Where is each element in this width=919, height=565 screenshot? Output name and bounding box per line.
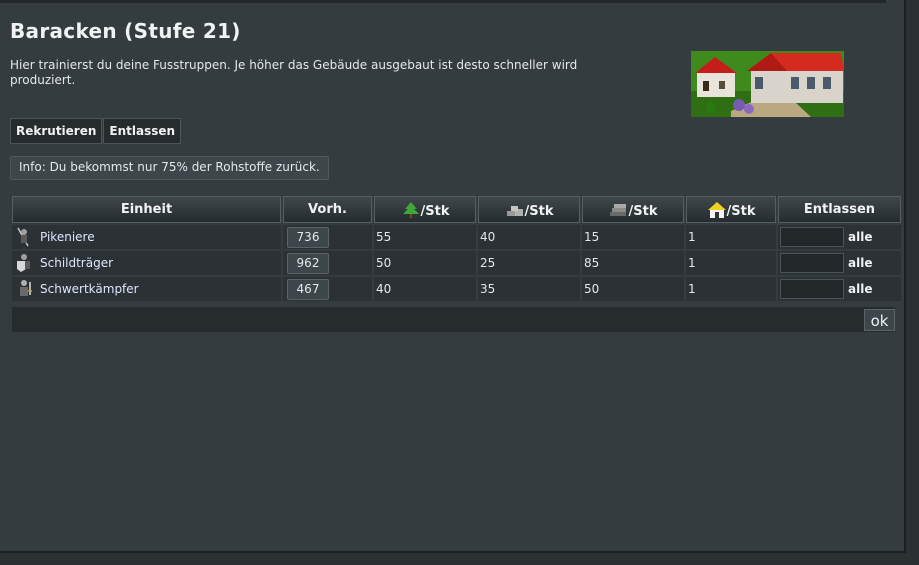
table-row: Schildträger 962 50 25 85 1 alle bbox=[12, 251, 901, 275]
select-all-link[interactable]: alle bbox=[848, 256, 872, 270]
stone-icon bbox=[506, 205, 523, 216]
header-iron: /Stk bbox=[582, 196, 684, 223]
iron-cost: 15 bbox=[582, 225, 684, 249]
house-icon bbox=[707, 201, 726, 218]
dismiss-amount-input[interactable] bbox=[780, 253, 844, 273]
select-all-link[interactable]: alle bbox=[848, 282, 872, 296]
dismiss-cell: alle bbox=[778, 277, 901, 301]
info-message: Info: Du bekommst nur 75% der Rohstoffe … bbox=[10, 156, 329, 180]
select-all-link[interactable]: alle bbox=[848, 230, 872, 244]
population-cost: 1 bbox=[686, 225, 776, 249]
stone-cost: 35 bbox=[478, 277, 580, 301]
top-border bbox=[0, 0, 886, 3]
header-iron-label: /Stk bbox=[628, 203, 658, 219]
wood-cost: 55 bbox=[374, 225, 476, 249]
dismiss-amount-input[interactable] bbox=[780, 227, 844, 247]
page-description: Hier trainierst du deine Fusstruppen. Je… bbox=[10, 58, 578, 87]
dismiss-amount-input[interactable] bbox=[780, 279, 844, 299]
count-cell: 962 bbox=[283, 251, 372, 275]
table-row: Schwertkämpfer 467 40 35 50 1 alle bbox=[12, 277, 901, 301]
tab-bar: Rekrutieren Entlassen bbox=[10, 118, 182, 144]
stone-cost: 40 bbox=[478, 225, 580, 249]
content-panel: Baracken (Stufe 21) Hier trainierst du d… bbox=[0, 0, 906, 553]
tab-entlassen[interactable]: Entlassen bbox=[103, 118, 182, 144]
ok-button[interactable]: ok bbox=[864, 309, 895, 331]
building-image bbox=[691, 51, 844, 117]
page-title: Baracken (Stufe 21) bbox=[10, 19, 241, 43]
header-unit: Einheit bbox=[12, 196, 281, 223]
header-stone-label: /Stk bbox=[524, 203, 554, 219]
header-wood: /Stk bbox=[374, 196, 476, 223]
table-row: Pikeniere 736 55 40 15 1 alle bbox=[12, 225, 901, 249]
iron-icon bbox=[609, 203, 626, 216]
dismiss-cell: alle bbox=[778, 251, 901, 275]
iron-cost: 85 bbox=[582, 251, 684, 275]
tree-icon bbox=[402, 201, 419, 218]
unit-name: Pikeniere bbox=[40, 230, 95, 244]
iron-cost: 50 bbox=[582, 277, 684, 301]
unit-cell: Schwertkämpfer bbox=[12, 277, 281, 301]
header-population: /Stk bbox=[686, 196, 776, 223]
unit-cell: Pikeniere bbox=[12, 225, 281, 249]
swordsman-icon bbox=[20, 280, 32, 296]
header-dismiss: Entlassen bbox=[778, 196, 901, 223]
unit-count: 736 bbox=[287, 226, 329, 248]
dismiss-table: Einheit Vorh. /Stk /Stk /Stk /Stk Entlas… bbox=[10, 194, 903, 303]
stone-cost: 25 bbox=[478, 251, 580, 275]
count-cell: 467 bbox=[283, 277, 372, 301]
wood-cost: 40 bbox=[374, 277, 476, 301]
header-population-label: /Stk bbox=[726, 203, 756, 219]
header-available: Vorh. bbox=[283, 196, 372, 223]
dismiss-cell: alle bbox=[778, 225, 901, 249]
population-cost: 1 bbox=[686, 251, 776, 275]
unit-name: Schwertkämpfer bbox=[40, 282, 139, 296]
shieldbearer-icon bbox=[17, 254, 30, 272]
header-wood-label: /Stk bbox=[420, 203, 450, 219]
population-cost: 1 bbox=[686, 277, 776, 301]
tab-rekrutieren[interactable]: Rekrutieren bbox=[10, 118, 103, 144]
table-footer: ok bbox=[12, 307, 895, 332]
pikeman-icon bbox=[17, 227, 29, 247]
unit-name: Schildträger bbox=[40, 256, 114, 270]
count-cell: 736 bbox=[283, 225, 372, 249]
unit-cell: Schildträger bbox=[12, 251, 281, 275]
unit-count: 962 bbox=[287, 252, 329, 274]
unit-count: 467 bbox=[287, 278, 329, 300]
header-stone: /Stk bbox=[478, 196, 580, 223]
wood-cost: 50 bbox=[374, 251, 476, 275]
